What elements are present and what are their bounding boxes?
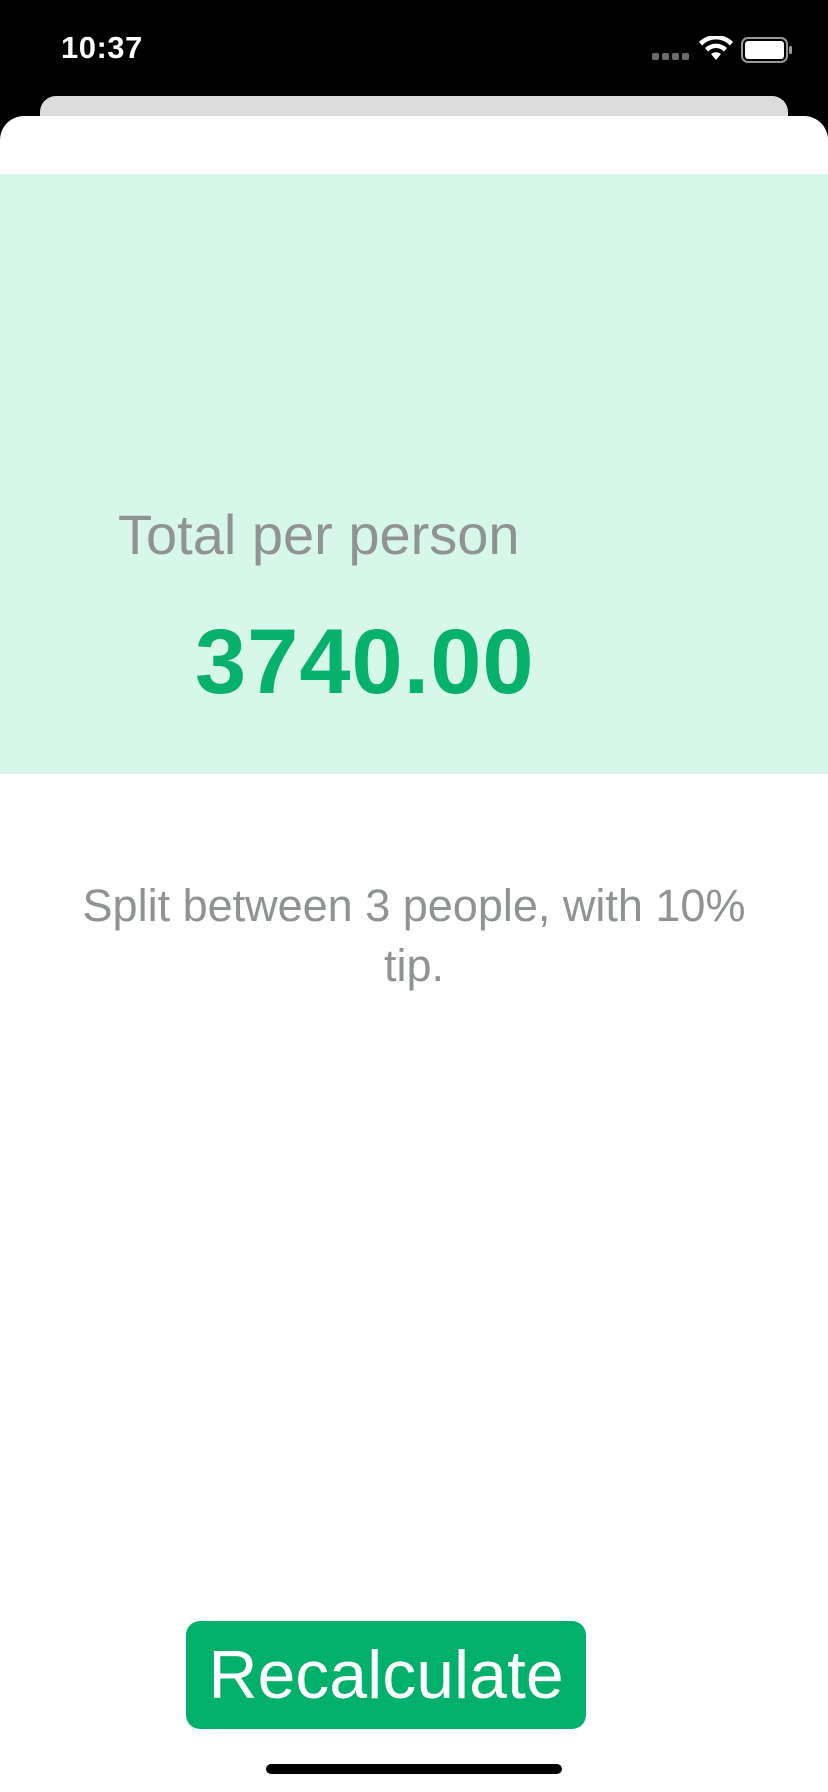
split-settings-text: Split between 3 people, with 10% tip. <box>82 880 746 991</box>
result-sheet: Total per person 3740.00 Split between 3… <box>0 116 828 1792</box>
status-time: 10:37 <box>61 30 143 65</box>
total-per-person-label: Total per person <box>118 503 520 566</box>
wifi-icon <box>699 36 733 60</box>
cellular-signal-icon <box>652 53 690 61</box>
battery-full-icon <box>741 37 792 63</box>
result-panel: Total per person 3740.00 <box>0 174 828 774</box>
status-bar: 10:37 <box>0 0 828 100</box>
recalculate-button[interactable]: Recalculate <box>186 1621 586 1729</box>
home-indicator <box>266 1764 562 1774</box>
total-per-person-value: 3740.00 <box>195 611 535 713</box>
